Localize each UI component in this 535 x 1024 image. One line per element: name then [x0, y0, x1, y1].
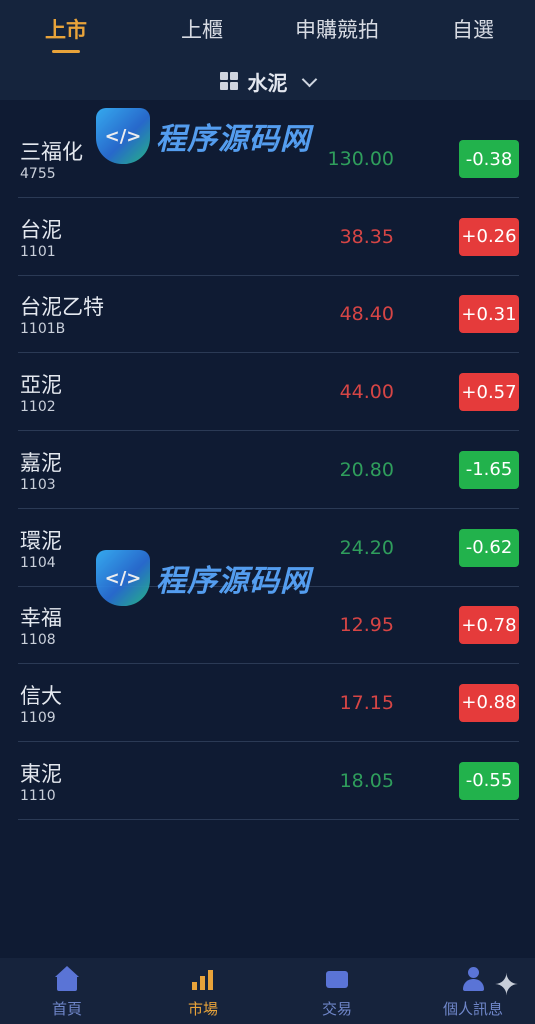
category-label: 水泥	[247, 70, 288, 95]
active-tab-indicator	[52, 50, 80, 53]
nav-trade[interactable]: 交易	[292, 966, 382, 1019]
stock-code: 4755	[20, 166, 56, 182]
price-change-badge[interactable]: +0.26	[459, 217, 519, 256]
price-change-badge[interactable]: -0.62	[459, 528, 519, 567]
stock-code: 1101	[20, 243, 56, 260]
stock-name: 台泥乙特	[20, 295, 104, 320]
stock-row[interactable]: 東泥 1110 18.05 -0.55	[0, 742, 535, 820]
price-change-badge[interactable]: -0.55	[459, 761, 519, 800]
stock-name: 信大	[20, 683, 62, 708]
price-change-badge[interactable]: -1.65	[459, 450, 519, 489]
watermark-logo: </> 程序源码网	[96, 550, 311, 606]
nav-label: 首頁	[51, 1000, 82, 1018]
stock-name: 東泥	[20, 761, 62, 786]
stock-price: 130.00	[327, 148, 394, 170]
watermark-text: 程序源码网	[156, 564, 311, 599]
stock-price: 44.00	[339, 381, 394, 404]
stock-row[interactable]: 亞泥 1102 44.00 +0.57	[0, 353, 535, 432]
chevron-down-icon	[302, 74, 316, 88]
bottom-nav: 首頁 市場 交易 個人訊息	[0, 958, 535, 1024]
stock-code: 1103	[20, 476, 56, 493]
stock-price: 38.35	[339, 225, 394, 248]
stock-code: 1109	[20, 709, 56, 726]
stock-price: 12.95	[339, 614, 394, 637]
tab-listed[interactable]: 上市	[6, 14, 126, 44]
stock-name: 嘉泥	[20, 450, 62, 475]
nav-label: 市場	[187, 1000, 218, 1018]
wallet-icon	[324, 966, 350, 992]
stock-price: 20.80	[339, 458, 394, 481]
tab-watchlist[interactable]: 自選	[413, 14, 533, 44]
stock-name: 幸福	[20, 606, 62, 631]
home-icon	[54, 966, 80, 992]
nav-home[interactable]: 首頁	[22, 966, 112, 1019]
row-divider	[18, 818, 519, 820]
stock-name: 環泥	[20, 528, 62, 553]
shield-icon: </>	[96, 108, 150, 164]
stock-price: 48.40	[339, 303, 394, 326]
price-change-badge[interactable]: +0.57	[459, 373, 519, 412]
stock-row[interactable]: 台泥 1101 38.35 +0.26	[0, 198, 535, 276]
stock-code: 1104	[20, 554, 56, 571]
grid-icon	[219, 72, 238, 90]
stock-row[interactable]: 嘉泥 1103 20.80 -1.65	[0, 431, 535, 509]
top-header: 上市 上櫃 申購競拍 自選 水泥	[0, 0, 535, 100]
stock-price: 24.20	[339, 536, 394, 559]
sparkle-icon: ✦	[493, 968, 519, 1003]
watermark-logo: </> 程序源码网	[96, 108, 311, 164]
stock-code: 1108	[20, 632, 56, 649]
price-change-badge[interactable]: +0.31	[459, 295, 519, 334]
nav-label: 交易	[321, 1000, 352, 1018]
stock-code: 1101B	[20, 321, 66, 338]
price-change-badge[interactable]: +0.88	[459, 683, 519, 722]
watermark-text: 程序源码网	[156, 122, 311, 157]
stock-code: 1102	[20, 399, 56, 416]
nav-market[interactable]: 市場	[158, 966, 248, 1019]
price-change-badge[interactable]: -0.38	[459, 140, 519, 178]
stock-name: 三福化	[20, 140, 83, 164]
category-selector[interactable]: 水泥	[0, 64, 535, 98]
stock-row[interactable]: 台泥乙特 1101B 48.40 +0.31	[0, 275, 535, 354]
stock-name: 亞泥	[20, 373, 62, 398]
stock-name: 台泥	[20, 217, 62, 242]
market-tabs: 上市 上櫃 申購競拍 自選	[0, 0, 535, 60]
chart-icon	[190, 966, 216, 992]
tab-ipo-auction[interactable]: 申購競拍	[277, 14, 397, 44]
tab-otc[interactable]: 上櫃	[142, 14, 262, 44]
stock-row[interactable]: 信大 1109 17.15 +0.88	[0, 664, 535, 742]
price-change-badge[interactable]: +0.78	[459, 606, 519, 645]
stock-code: 1110	[20, 787, 56, 804]
shield-icon: </>	[96, 550, 150, 606]
stock-price: 18.05	[339, 769, 394, 792]
user-icon	[460, 966, 486, 992]
stock-price: 17.15	[339, 691, 394, 714]
